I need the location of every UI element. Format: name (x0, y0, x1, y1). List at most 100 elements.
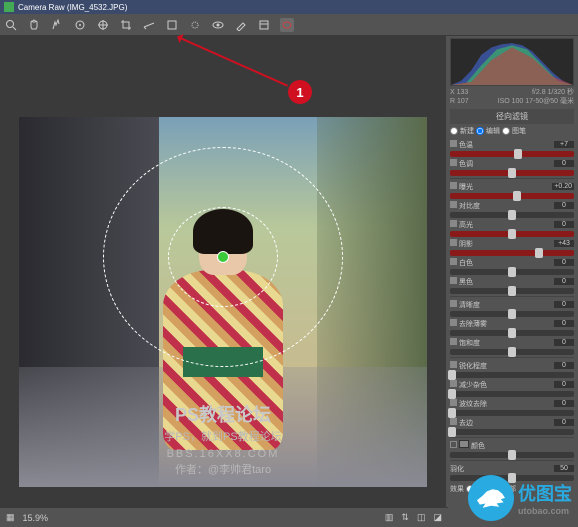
adjustment-brush-icon[interactable] (234, 18, 248, 32)
slider-checkbox[interactable] (450, 338, 457, 345)
filter-mode-row: 新建 编辑 图笔 (450, 126, 574, 136)
radial-filter-pin[interactable] (217, 251, 229, 263)
zoom-tool-icon[interactable] (4, 18, 18, 32)
crop-tool-icon[interactable] (119, 18, 133, 32)
overlay-title: PS教程论坛 (19, 402, 427, 429)
slider-track[interactable] (450, 429, 574, 435)
slider-sharpness: 锐化程度0 (450, 360, 574, 378)
slider-highlights: 高光 0 (450, 219, 574, 237)
slider-label: 饱和度 (459, 340, 480, 347)
swap-icon[interactable]: ⇅ (401, 512, 409, 523)
slider-checkbox[interactable] (450, 220, 457, 227)
histogram[interactable] (450, 38, 574, 86)
slider-checkbox[interactable] (450, 182, 457, 189)
watermark-text: 优图宝 utobao.com (518, 480, 572, 516)
feather-label: 羽化 (450, 464, 464, 474)
slider-color: 颜色 (450, 440, 574, 458)
mode-brush[interactable]: 图笔 (502, 126, 526, 136)
hand-tool-icon[interactable] (27, 18, 41, 32)
slider-checkbox[interactable] (450, 300, 457, 307)
slider-value[interactable]: +0.20 (552, 183, 574, 190)
slider-label: 去除薄雾 (459, 321, 487, 328)
slider-value[interactable]: 0 (554, 160, 574, 167)
slider-value[interactable]: +7 (554, 141, 574, 148)
slider-checkbox[interactable] (450, 319, 457, 326)
adjustments-panel: X 133f/2.8 1/320 秒 R 107ISO 100 17-50@50… (446, 36, 578, 527)
slider-track[interactable] (450, 391, 574, 397)
slider-label: 黑色 (459, 279, 473, 286)
slider-checkbox[interactable] (450, 159, 457, 166)
slider-value[interactable]: +43 (554, 240, 574, 247)
slider-track[interactable] (450, 288, 574, 294)
slider-value[interactable]: 0 (554, 278, 574, 285)
radial-filter-icon[interactable] (280, 18, 294, 32)
slider-value[interactable]: 0 (554, 259, 574, 266)
white-balance-tool-icon[interactable] (50, 18, 64, 32)
slider-checkbox[interactable] (450, 380, 457, 387)
slider-label: 高光 (459, 222, 473, 229)
slider-track[interactable] (450, 250, 574, 256)
slider-value[interactable]: 0 (554, 301, 574, 308)
slider-value[interactable]: 0 (554, 362, 574, 369)
slider-tint: 色调0 (450, 158, 574, 176)
slider-value[interactable]: 0 (554, 339, 574, 346)
slider-track[interactable] (450, 311, 574, 317)
slider-checkbox[interactable] (450, 258, 457, 265)
slider-moire: 波纹去除 0 (450, 398, 574, 416)
slider-value[interactable]: 0 (554, 202, 574, 209)
toggle-icon[interactable]: ◪ (433, 512, 442, 523)
overlay-line3: 作者：@李帅君taro (19, 462, 427, 479)
preview-pane: PS教程论坛 学PS，就到PS教程论坛 BBS.16XX8.COM 作者：@李帅… (0, 36, 446, 527)
slider-checkbox[interactable] (450, 399, 457, 406)
site-watermark: 优图宝 utobao.com (468, 475, 572, 521)
twitter-bird-icon (468, 475, 514, 521)
slider-value[interactable]: 0 (554, 221, 574, 228)
slider-label: 去边 (459, 420, 473, 427)
slider-track[interactable] (450, 349, 574, 355)
slider-track[interactable] (450, 372, 574, 378)
spot-removal-tool-icon[interactable] (188, 18, 202, 32)
slider-value[interactable]: 0 (554, 400, 574, 407)
slider-checkbox[interactable] (450, 140, 457, 147)
slider-value[interactable]: 0 (554, 381, 574, 388)
slider-track[interactable] (450, 330, 574, 336)
mode-edit[interactable]: 编辑 (476, 126, 500, 136)
graduated-filter-icon[interactable] (257, 18, 271, 32)
filmstrip-toggle-icon[interactable]: ▦ (6, 512, 15, 523)
title-bar: Camera Raw (IMG_4532.JPG) (0, 0, 578, 14)
mode-new[interactable]: 新建 (450, 126, 474, 136)
annotation-badge-1: 1 (288, 80, 312, 104)
slider-track[interactable] (450, 151, 574, 157)
zoom-level[interactable]: 15.9% (23, 513, 49, 523)
before-after-icon[interactable]: ▥ (385, 512, 394, 523)
slider-track[interactable] (450, 231, 574, 237)
slider-checkbox[interactable] (450, 361, 457, 368)
slider-track[interactable] (450, 170, 574, 176)
slider-label: 波纹去除 (459, 401, 487, 408)
slider-value[interactable]: 0 (554, 419, 574, 426)
redeye-tool-icon[interactable] (211, 18, 225, 32)
color-sampler-tool-icon[interactable] (73, 18, 87, 32)
slider-track[interactable] (450, 212, 574, 218)
image-canvas[interactable]: PS教程论坛 学PS，就到PS教程论坛 BBS.16XX8.COM 作者：@李帅… (19, 117, 427, 487)
window-title: Camera Raw (IMG_4532.JPG) (18, 3, 127, 12)
slider-track[interactable] (450, 410, 574, 416)
slider-checkbox[interactable] (450, 418, 457, 425)
slider-value[interactable]: 0 (554, 320, 574, 327)
slider-checkbox[interactable] (450, 277, 457, 284)
slider-checkbox[interactable] (450, 201, 457, 208)
slider-checkbox[interactable] (450, 239, 457, 246)
target-adjust-tool-icon[interactable] (96, 18, 110, 32)
copy-settings-icon[interactable]: ◫ (417, 512, 426, 523)
transform-tool-icon[interactable] (165, 18, 179, 32)
slider-temperature: 色温+7 (450, 139, 574, 157)
slider-label: 颜色 (471, 443, 485, 450)
slider-saturation: 饱和度 0 (450, 337, 574, 355)
slider-track[interactable] (450, 269, 574, 275)
slider-checkbox[interactable] (450, 441, 457, 448)
slider-track[interactable] (450, 452, 574, 458)
slider-track[interactable] (450, 193, 574, 199)
slider-shadows: 阴影+43 (450, 238, 574, 256)
feather-value[interactable]: 50 (554, 465, 574, 472)
straighten-tool-icon[interactable] (142, 18, 156, 32)
